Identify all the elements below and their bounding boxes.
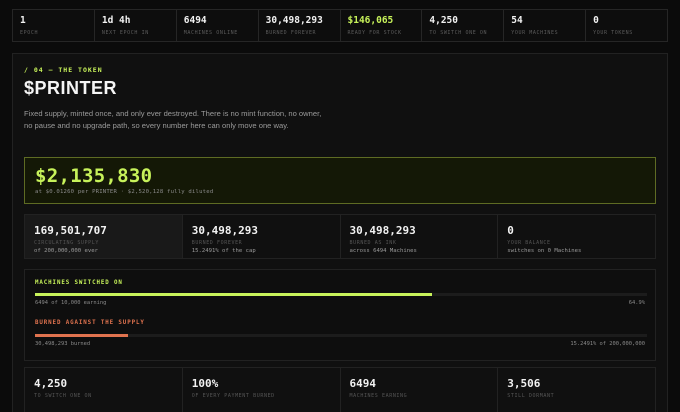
- stat-label: MACHINES EARNING: [349, 393, 408, 399]
- progress-panel: MACHINES SWITCHED ON 6494 of 10,000 earn…: [24, 269, 656, 361]
- machines-progress-caption: 6494 of 10,000 earning: [35, 300, 107, 306]
- stat-value: 6494: [349, 377, 377, 390]
- stat-subtext: 15.2491% of the cap: [191, 248, 256, 254]
- machines-progress-label: MACHINES SWITCHED ON: [35, 280, 123, 286]
- stat-value: 3,506: [507, 377, 541, 390]
- stat-circulating-supply: 169,501,707 CIRCULATING SUPPLY of 200,00…: [25, 215, 183, 258]
- stat-label: MACHINES ONLINE: [183, 30, 238, 36]
- burn-progress-caption: 30,498,293 burned: [35, 341, 91, 347]
- stat-burned-forever: 30,498,293 BURNED FOREVER 15.2491% of th…: [183, 215, 341, 258]
- stat-label: TO SWITCH ONE ON: [429, 30, 488, 36]
- machine-stats-row: 4,250 TO SWITCH ONE ON 100% OF EVERY PAY…: [24, 367, 656, 412]
- stat-your-tokens: 0 YOUR TOKENS: [586, 10, 667, 41]
- stat-value: $146,065: [347, 15, 394, 26]
- machines-progress-track: [35, 293, 647, 296]
- stat-value: 100%: [191, 377, 219, 390]
- stat-label: READY FOR STOCK: [347, 30, 402, 36]
- stat-label: EPOCH: [20, 30, 39, 36]
- stat-to-switch-on: 4,250 TO SWITCH ONE ON: [422, 10, 505, 41]
- stat-epoch: 1 EPOCH: [13, 10, 95, 41]
- stat-value: 4,250: [34, 377, 68, 390]
- market-cap-value: $2,135,830: [35, 165, 153, 187]
- stat-value: 1d 4h: [101, 15, 131, 26]
- stat-subtext: switches on 0 Machines: [507, 248, 582, 254]
- stat-label: CIRCULATING SUPPLY: [34, 240, 99, 246]
- stat-burned-as-ink: 30,498,293 BURNED AS INK across 6494 Mac…: [341, 215, 499, 258]
- section-description: Fixed supply, minted once, and only ever…: [24, 109, 322, 130]
- stat-value: 30,498,293: [191, 224, 258, 237]
- market-cap-box: $2,135,830 at $0.01260 per PRINTER · $2,…: [24, 157, 656, 204]
- stat-label: NEXT EPOCH IN: [101, 30, 149, 36]
- stat-value: 30,498,293: [265, 15, 323, 26]
- stat-label: STILL DORMANT: [507, 393, 555, 399]
- stat-value: 4,250: [429, 15, 458, 26]
- section-kicker: / 04 — THE TOKEN: [24, 66, 103, 74]
- burn-progress-fill: [35, 334, 129, 337]
- stat-subtext: of 200,000,000 ever: [34, 248, 98, 254]
- stat-label: YOUR TOKENS: [593, 30, 633, 36]
- burn-progress-percent: 15.2491% of 200,000,000: [570, 341, 645, 347]
- supply-stats-row: 169,501,707 CIRCULATING SUPPLY of 200,00…: [24, 214, 656, 259]
- stat-your-machines: 54 YOUR MACHINES: [504, 10, 587, 41]
- stat-value: 1: [20, 15, 26, 26]
- stat-label: BURNED FOREVER: [191, 240, 243, 246]
- stat-value: 30,498,293: [349, 224, 416, 237]
- stat-value: 0: [507, 224, 514, 237]
- stat-label: YOUR MACHINES: [511, 30, 559, 36]
- stat-next-epoch: 1d 4h NEXT EPOCH IN: [95, 10, 177, 41]
- machines-progress-percent: 64.9%: [628, 300, 645, 306]
- stat-value: 0: [593, 15, 599, 26]
- burn-progress-track: [35, 334, 647, 337]
- stat-burned-forever: 30,498,293 BURNED FOREVER: [259, 10, 341, 41]
- stat-value: 54: [511, 15, 523, 26]
- stat-label: YOUR BALANCE: [507, 240, 551, 246]
- stat-label: OF EVERY PAYMENT BURNED: [191, 393, 275, 399]
- stat-machines-earning: 6494 MACHINES EARNING: [341, 368, 499, 412]
- top-stats-bar: 1 EPOCH 1d 4h NEXT EPOCH IN 6494 MACHINE…: [12, 9, 668, 42]
- stat-payment-burned: 100% OF EVERY PAYMENT BURNED: [183, 368, 341, 412]
- stat-still-dormant: 3,506 STILL DORMANT: [498, 368, 655, 412]
- stat-value: 6494: [183, 15, 207, 26]
- stat-to-switch-one-on: 4,250 TO SWITCH ONE ON: [25, 368, 183, 412]
- burn-progress-label: BURNED AGAINST THE SUPPLY: [35, 320, 145, 326]
- section-title: $PRINTER: [24, 78, 118, 98]
- stat-machines-online: 6494 MACHINES ONLINE: [177, 10, 259, 41]
- stat-value: 169,501,707: [34, 224, 107, 237]
- stat-label: BURNED AS INK: [349, 240, 397, 246]
- stat-subtext: across 6494 Machines: [349, 248, 417, 254]
- price-subline: at $0.01260 per PRINTER · $2,520,128 ful…: [35, 189, 214, 195]
- machines-progress-fill: [35, 293, 433, 296]
- stat-label: TO SWITCH ONE ON: [34, 393, 92, 399]
- stat-your-balance: 0 YOUR BALANCE switches on 0 Machines: [498, 215, 655, 258]
- stat-label: BURNED FOREVER: [265, 30, 317, 36]
- stat-ready-for-stock: $146,065 READY FOR STOCK: [341, 10, 423, 41]
